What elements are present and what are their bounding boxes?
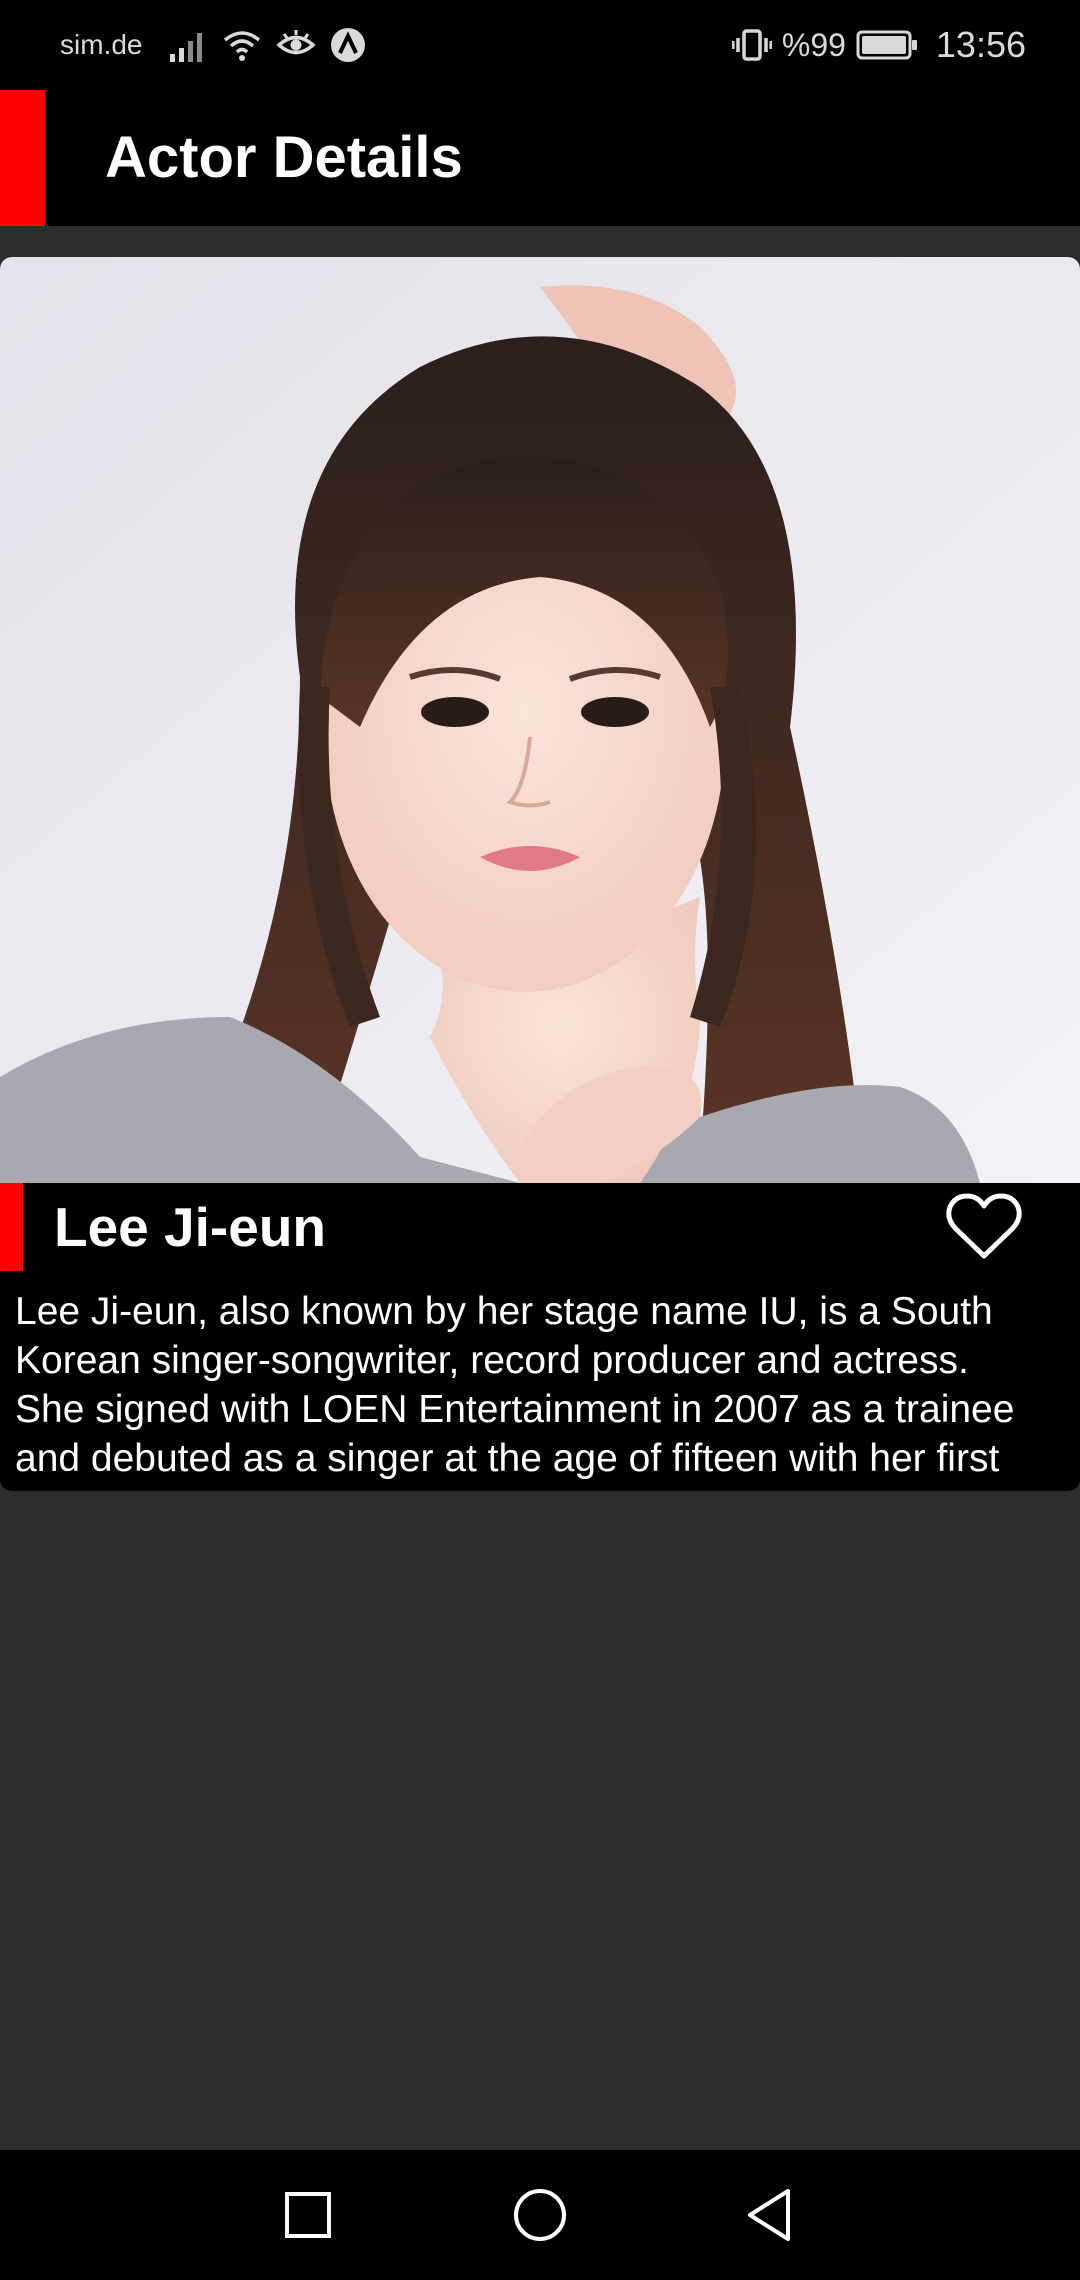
app-notification-icon — [331, 28, 366, 62]
carrier-label: sim.de — [60, 29, 143, 60]
wifi-icon — [224, 31, 261, 61]
favorite-button[interactable] — [940, 1187, 1028, 1267]
status-left: sim.de — [60, 0, 366, 90]
page-title: Actor Details — [105, 125, 463, 190]
actor-name: Lee Ji-eun — [54, 1196, 327, 1258]
status-right: %99 13:56 — [731, 0, 1026, 90]
back-triangle-icon — [748, 2189, 790, 2241]
battery-percent: %99 — [781, 26, 846, 63]
actor-name-row: Lee Ji-eun — [0, 1183, 1080, 1275]
navigation-bar — [0, 2150, 1080, 2280]
signal-icon — [170, 33, 203, 62]
recents-button[interactable] — [268, 2175, 348, 2255]
status-bar: sim.de %99 13:56 — [0, 0, 1080, 90]
recents-square-icon — [285, 2192, 331, 2238]
app-bar-accent — [0, 90, 45, 226]
app-bar: Actor Details — [0, 90, 1080, 226]
battery-icon — [856, 30, 917, 60]
clock: 13:56 — [935, 24, 1026, 65]
home-circle-icon — [514, 2189, 566, 2241]
actor-photo — [0, 257, 1080, 1183]
name-accent — [0, 1183, 23, 1271]
back-button[interactable] — [730, 2175, 810, 2255]
eye-icon — [276, 30, 317, 55]
actor-bio: Lee Ji-eun, also known by her stage name… — [15, 1290, 1015, 1480]
home-button[interactable] — [500, 2175, 580, 2255]
actor-card[interactable]: Lee Ji-eun Lee Ji-eun, also known by her… — [0, 257, 1080, 1491]
heart-outline-icon — [946, 1193, 1022, 1259]
vibrate-icon — [731, 29, 772, 61]
